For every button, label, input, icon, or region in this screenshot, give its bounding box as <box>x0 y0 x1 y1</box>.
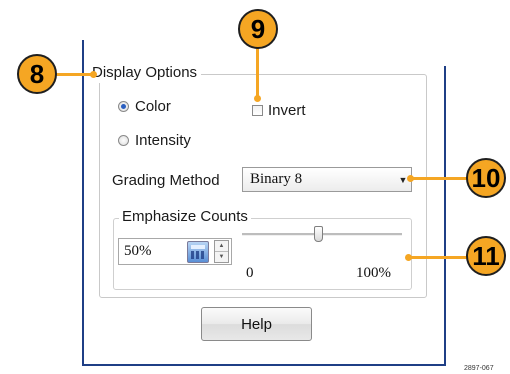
intensity-radio-label: Intensity <box>135 132 191 149</box>
grading-method-value: Binary 8 <box>250 171 303 187</box>
grading-method-label: Grading Method <box>112 172 220 189</box>
callout-11-leader <box>410 256 470 259</box>
spin-down-icon[interactable]: ▼ <box>215 252 228 262</box>
callout-8: 8 <box>17 54 57 94</box>
callout-8-dot <box>90 71 97 78</box>
color-radio-label: Color <box>135 98 171 115</box>
callout-9-dot <box>254 95 261 102</box>
figure-code: 2897-067 <box>464 365 494 372</box>
callout-10-leader <box>412 177 472 180</box>
color-radio[interactable]: Color <box>118 98 171 115</box>
slider-min-label: 0 <box>246 265 254 281</box>
panel-border-right <box>444 66 446 366</box>
callout-9-leader <box>256 40 259 100</box>
spin-buttons[interactable]: ▲ ▼ <box>214 240 229 263</box>
callout-10-dot <box>407 175 414 182</box>
callout-11-dot <box>405 254 412 261</box>
emphasize-value-text: 50% <box>124 243 152 259</box>
callout-10: 10 <box>466 158 506 198</box>
callout-11: 11 <box>466 236 506 276</box>
emphasize-slider-thumb[interactable] <box>314 226 323 242</box>
calculator-icon[interactable] <box>187 241 209 263</box>
invert-checkbox[interactable]: Invert <box>252 102 306 119</box>
display-options-legend: Display Options <box>90 63 202 83</box>
help-button[interactable]: Help <box>201 307 312 341</box>
radio-unselected-icon <box>118 135 129 146</box>
callout-9: 9 <box>238 9 278 49</box>
checkbox-icon <box>252 105 263 116</box>
panel-border-bottom <box>82 364 446 366</box>
panel-border-left <box>82 40 84 366</box>
callout-8-leader <box>56 73 94 76</box>
slider-max-label: 100% <box>356 265 391 281</box>
radio-selected-icon <box>118 101 129 112</box>
invert-label: Invert <box>268 102 306 119</box>
spin-up-icon[interactable]: ▲ <box>215 241 228 252</box>
intensity-radio[interactable]: Intensity <box>118 132 191 149</box>
emphasize-counts-legend: Emphasize Counts <box>119 207 251 227</box>
grading-method-select[interactable]: Binary 8 ▼ <box>242 167 412 192</box>
